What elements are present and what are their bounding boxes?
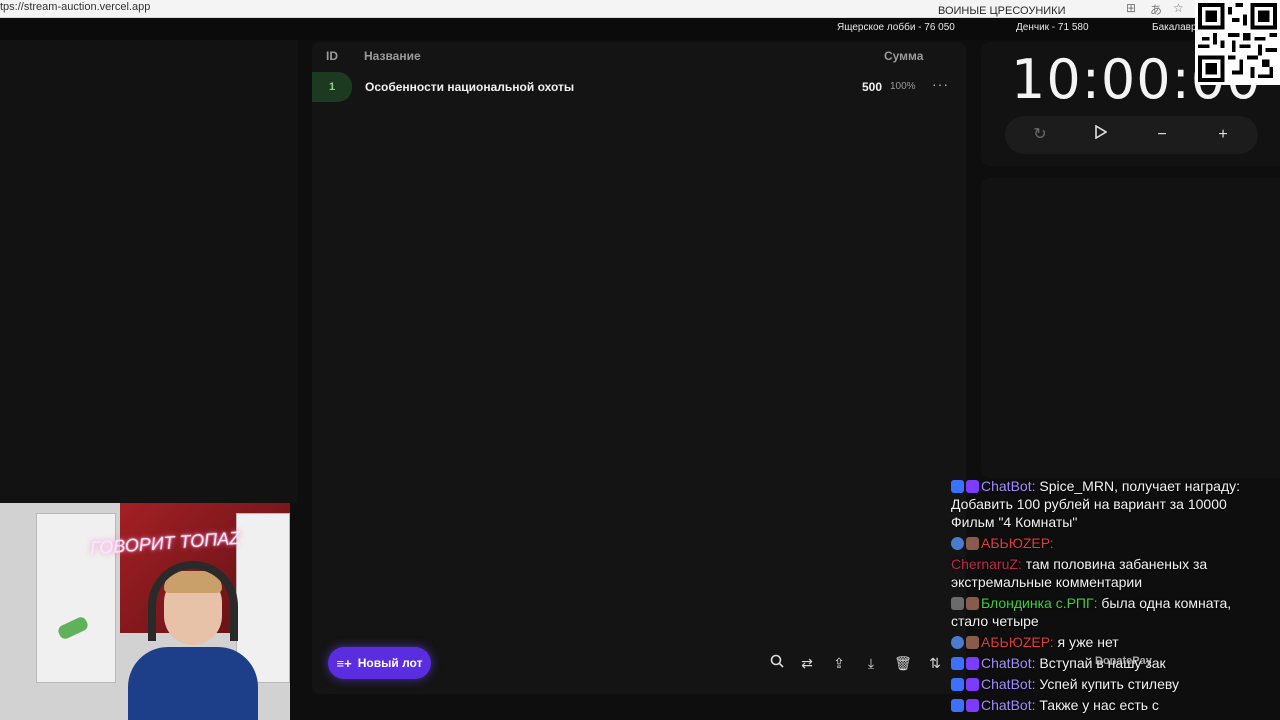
chat-text: Также у нас есть с	[1035, 697, 1159, 713]
chat-text: я уже нет	[1053, 634, 1119, 650]
chat-username[interactable]: ChatBot:	[981, 478, 1035, 494]
donatepay-watermark: DonatePay	[1095, 655, 1152, 667]
lot-id: 1	[312, 72, 352, 102]
lot-percent: 100%	[890, 81, 916, 92]
headset	[148, 561, 238, 641]
chat-overlay: ChatBot: Spice_MRN, получает награду: До…	[951, 477, 1251, 717]
chat-message: ChatBot: Успей купить стилеву	[951, 675, 1251, 693]
donation-ticker: Ящерское лобби - 76 050 Денчик - 71 580 …	[0, 18, 1280, 40]
lot-name[interactable]: Особенности национальной охоты	[365, 80, 574, 94]
url-text[interactable]: tps://stream-auction.vercel.app	[0, 1, 150, 13]
ticker-item: Денчик - 71 580	[1016, 22, 1089, 33]
app-root: tps://stream-auction.vercel.app ⊞ あ ☆ Ящ…	[0, 0, 1280, 720]
star-icon[interactable]: ☆	[1173, 1, 1184, 15]
ticker-item: Бакалавр	[1152, 22, 1197, 33]
chat-badge-icon	[951, 657, 964, 670]
table-row[interactable]: 1 Особенности национальной охоты 500 100…	[312, 72, 966, 102]
download-icon[interactable]: ⤓	[860, 652, 882, 674]
chat-badge-icon	[951, 537, 964, 550]
chat-message: АБЬЮZЕР:	[951, 534, 1251, 552]
chat-message: Блондинка с.РПГ: была одна комната, стал…	[951, 594, 1251, 630]
streamer-jacket	[128, 647, 258, 720]
right-side-panel	[981, 178, 1280, 478]
browser-address-bar[interactable]: tps://stream-auction.vercel.app ⊞ あ ☆	[0, 0, 1280, 18]
chat-badge-icon	[966, 537, 979, 550]
chat-message: АБЬЮZЕР: я уже нет	[951, 633, 1251, 651]
left-side-panel	[0, 40, 298, 503]
chat-username[interactable]: ChatBot:	[981, 676, 1035, 692]
chat-badge-icon	[951, 636, 964, 649]
qr-code	[1195, 0, 1280, 85]
chat-username[interactable]: АБЬЮZЕР:	[981, 634, 1054, 650]
chat-badge-icon	[951, 597, 964, 610]
column-header-name[interactable]: Название	[364, 49, 421, 63]
ticker-item: Ящерское лобби - 76 050	[837, 22, 955, 33]
plus-icon[interactable]: +	[1212, 124, 1234, 146]
upload-icon[interactable]: ⇪	[828, 652, 850, 674]
lots-table-panel: ID Название Сумма 1 Особенности национал…	[312, 42, 966, 694]
chat-badge-icon	[966, 480, 979, 493]
shuffle-icon[interactable]: ⇄	[796, 652, 818, 674]
chat-badge-icon	[966, 678, 979, 691]
reset-icon[interactable]: ↻	[1029, 124, 1051, 146]
search-icon[interactable]	[766, 652, 788, 674]
chat-badge-icon	[966, 636, 979, 649]
chat-badge-icon	[966, 657, 979, 670]
trash-icon[interactable]: 🗑	[892, 652, 914, 674]
new-lot-label: Новый лот	[357, 656, 423, 670]
chat-badge-icon	[951, 699, 964, 712]
chat-username[interactable]: ChatBot:	[981, 697, 1035, 713]
chat-badge-icon	[951, 480, 964, 493]
streamer	[128, 561, 258, 720]
lot-amount[interactable]: 500	[852, 80, 882, 94]
grid-icon[interactable]: ⊞	[1126, 1, 1136, 15]
column-header-amount[interactable]: Сумма	[884, 49, 923, 63]
chat-message: ChernaruZ: там половина забаненых за экс…	[951, 555, 1251, 591]
playlist-add-icon: ≡+	[336, 655, 352, 671]
webcam-feed: ГОВОРИТ ТОПАZ	[0, 503, 290, 720]
new-lot-button[interactable]: ≡+ Новый лот	[328, 647, 431, 679]
column-header-id[interactable]: ID	[326, 49, 338, 63]
translate-icon[interactable]: あ	[1150, 1, 1162, 18]
chat-username[interactable]: Блондинка с.РПГ:	[981, 595, 1097, 611]
chat-message: ChatBot: Также у нас есть с	[951, 696, 1251, 714]
faint-overlay-text: ВОИНЫЕ ЦРЕСОУНИКИ	[938, 5, 1066, 17]
chat-username[interactable]: ChatBot:	[981, 655, 1035, 671]
chat-message: ChatBot: Spice_MRN, получает награду: До…	[951, 477, 1251, 531]
chat-username[interactable]: АБЬЮZЕР:	[981, 535, 1054, 551]
chat-username[interactable]: ChernaruZ:	[951, 556, 1022, 572]
chat-badge-icon	[966, 597, 979, 610]
chat-badge-icon	[951, 678, 964, 691]
timer-controls: ↻ − +	[1005, 116, 1258, 154]
sort-icon[interactable]: ⇅	[924, 652, 946, 674]
chat-text: Успей купить стилеву	[1035, 676, 1180, 692]
more-options-icon[interactable]: ···	[932, 76, 949, 92]
minus-icon[interactable]: −	[1151, 124, 1173, 146]
chat-badge-icon	[966, 699, 979, 712]
play-icon[interactable]	[1090, 124, 1112, 146]
table-header: ID Название Сумма	[312, 42, 966, 70]
